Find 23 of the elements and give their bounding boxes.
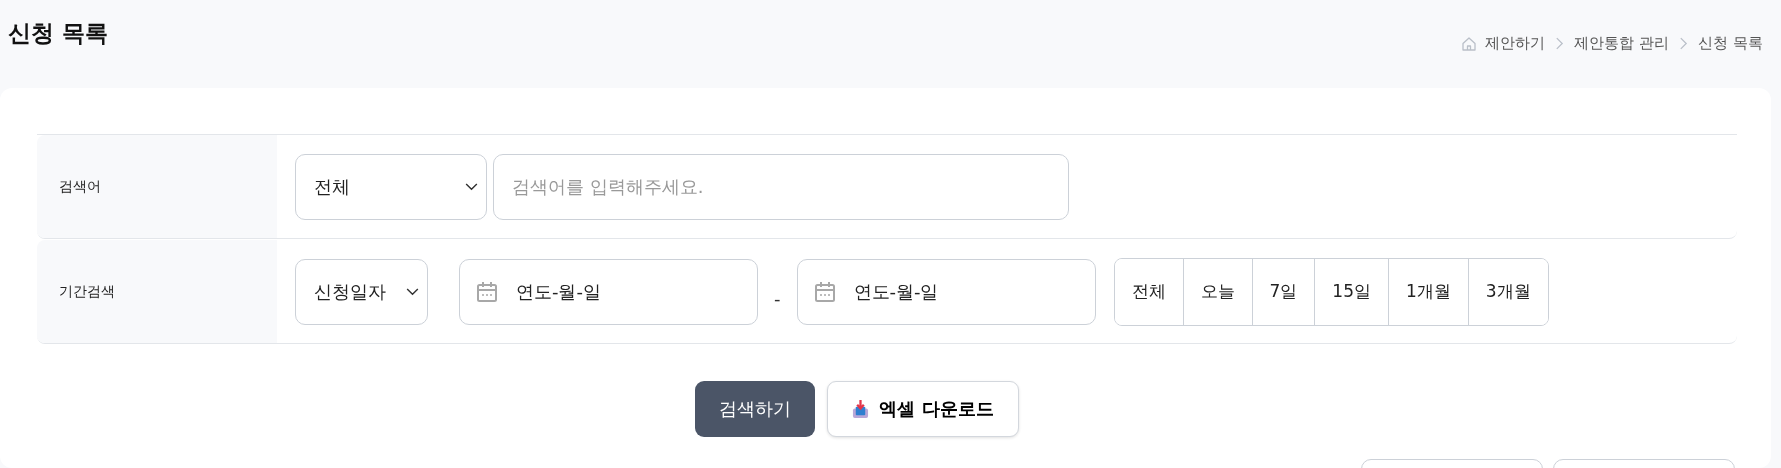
scope-select[interactable]: 전체 — [295, 153, 487, 220]
download-tray-icon — [852, 399, 870, 419]
calendar-icon — [476, 280, 498, 303]
row-label: 기간검색 — [59, 282, 115, 301]
range-separator: - — [774, 288, 781, 309]
period-button[interactable]: 3개월 — [1467, 258, 1548, 325]
breadcrumb-link[interactable]: 신청 목록 — [1698, 34, 1763, 53]
excel-download-button[interactable]: 엑셀 다운로드 — [827, 381, 1019, 437]
chevron-right-icon — [1555, 37, 1565, 50]
breadcrumb-link[interactable]: 제안통합 관리 — [1574, 34, 1670, 53]
date-field[interactable]: 연도-월-일 — [796, 258, 1096, 325]
chevron-down-icon — [465, 182, 478, 191]
breadcrumb-link[interactable]: 제안하기 — [1485, 34, 1546, 53]
chevron-down-icon — [406, 287, 419, 296]
home-icon[interactable] — [1461, 35, 1478, 52]
date-type-select[interactable]: 신청일자 — [295, 258, 428, 325]
search-field[interactable]: 검색어를 입력해주세요. — [493, 153, 1069, 220]
calendar-icon — [813, 280, 836, 303]
page-title: 신청 목록 — [8, 19, 108, 48]
chevron-right-icon — [1679, 37, 1689, 50]
row-label: 검색어 — [59, 177, 101, 196]
search-button[interactable]: 검색하기 — [695, 381, 816, 437]
date-field[interactable]: 연도-월-일 — [459, 258, 758, 325]
